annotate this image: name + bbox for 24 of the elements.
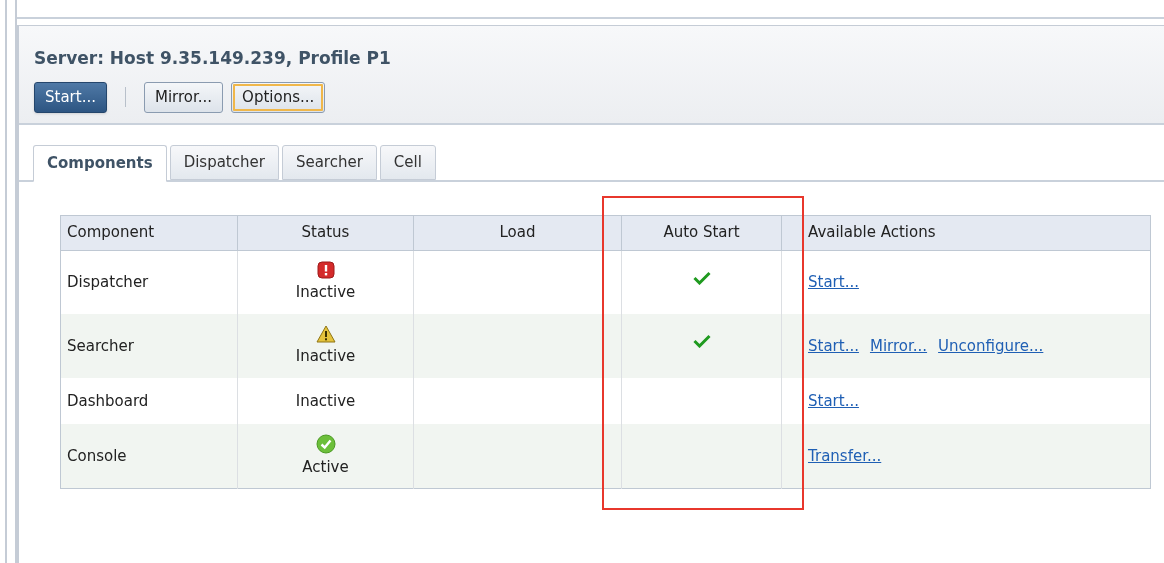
status-text: Inactive: [295, 282, 356, 303]
tab[interactable]: Cell: [379, 144, 436, 180]
tab[interactable]: Components: [33, 144, 167, 182]
action-link[interactable]: Start...: [808, 334, 859, 358]
toolbar-button[interactable]: Mirror...: [143, 81, 224, 113]
toolbar-button[interactable]: Options...: [231, 81, 326, 113]
action-link[interactable]: Start...: [808, 389, 859, 413]
panel-title: Server: Host 9.35.149.239, Profile P1: [34, 47, 392, 70]
column-header: Component: [60, 215, 238, 250]
action-link[interactable]: Start...: [808, 271, 859, 294]
action-link[interactable]: Mirror...: [869, 334, 928, 358]
status-text: Inactive: [295, 345, 356, 367]
action-link[interactable]: Transfer...: [808, 444, 882, 467]
column-header: Auto Start: [621, 215, 782, 250]
column-header: Available Actions: [781, 215, 1151, 250]
table-cell: Console: [60, 424, 238, 488]
status-text: Inactive: [295, 390, 356, 412]
action-link[interactable]: Unconfigure...: [938, 334, 1044, 358]
status-text: Active: [302, 456, 349, 478]
tab[interactable]: Dispatcher: [169, 144, 279, 180]
column-header: Status: [237, 215, 414, 250]
column-header: Load: [413, 215, 622, 250]
tab[interactable]: Searcher: [281, 144, 377, 180]
toolbar-button[interactable]: Start...: [34, 81, 107, 113]
